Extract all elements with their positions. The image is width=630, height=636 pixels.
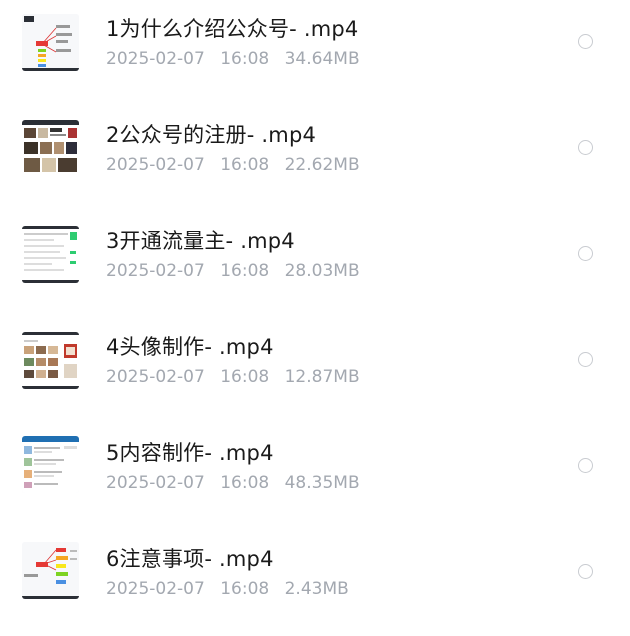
file-date: 2025-02-07 bbox=[106, 261, 205, 281]
file-row[interactable]: 3开通流量主- .mp4 2025-02-07 16:08 28.03MB bbox=[0, 212, 630, 318]
select-radio[interactable] bbox=[578, 34, 593, 49]
settings-page-thumbnail-image bbox=[22, 226, 79, 283]
file-meta: 2025-02-07 16:08 22.62MB bbox=[106, 155, 370, 175]
video-thumbnail[interactable] bbox=[22, 120, 79, 177]
photo-grid-thumbnail-image bbox=[22, 120, 79, 177]
file-name: 3开通流量主- .mp4 bbox=[106, 229, 295, 253]
file-time: 16:08 bbox=[220, 155, 270, 175]
file-size: 28.03MB bbox=[284, 261, 360, 281]
file-meta: 2025-02-07 16:08 48.35MB bbox=[106, 473, 370, 493]
file-name: 4头像制作- .mp4 bbox=[106, 335, 274, 359]
select-radio[interactable] bbox=[578, 246, 593, 261]
file-size: 34.64MB bbox=[284, 49, 360, 69]
file-date: 2025-02-07 bbox=[106, 579, 205, 599]
file-name: 1为什么介绍公众号- .mp4 bbox=[106, 17, 359, 41]
video-thumbnail[interactable] bbox=[22, 226, 79, 283]
file-meta: 2025-02-07 16:08 28.03MB bbox=[106, 261, 370, 281]
select-radio[interactable] bbox=[578, 458, 593, 473]
file-size: 2.43MB bbox=[284, 579, 349, 599]
file-time: 16:08 bbox=[220, 367, 270, 387]
select-radio[interactable] bbox=[578, 352, 593, 367]
editor-page-thumbnail-image bbox=[22, 436, 79, 493]
mindmap-thumbnail-image bbox=[22, 542, 79, 599]
file-list: 1为什么介绍公众号- .mp4 2025-02-07 16:08 34.64MB bbox=[0, 0, 630, 619]
file-date: 2025-02-07 bbox=[106, 473, 205, 493]
file-size: 12.87MB bbox=[284, 367, 360, 387]
video-thumbnail[interactable] bbox=[22, 542, 79, 599]
video-thumbnail[interactable] bbox=[22, 332, 79, 389]
file-date: 2025-02-07 bbox=[106, 367, 205, 387]
file-date: 2025-02-07 bbox=[106, 49, 205, 69]
mindmap-thumbnail-image bbox=[22, 14, 79, 71]
video-thumbnail[interactable] bbox=[22, 436, 79, 493]
select-radio[interactable] bbox=[578, 564, 593, 579]
file-time: 16:08 bbox=[220, 473, 270, 493]
file-row[interactable]: 4头像制作- .mp4 2025-02-07 16:08 12.87MB bbox=[0, 318, 630, 424]
file-time: 16:08 bbox=[220, 579, 270, 599]
file-name: 2公众号的注册- .mp4 bbox=[106, 123, 317, 147]
file-row[interactable]: 5内容制作- .mp4 2025-02-07 16:08 48.35MB bbox=[0, 424, 630, 530]
file-size: 48.35MB bbox=[284, 473, 360, 493]
select-radio[interactable] bbox=[578, 140, 593, 155]
file-name: 5内容制作- .mp4 bbox=[106, 441, 274, 465]
file-meta: 2025-02-07 16:08 2.43MB bbox=[106, 579, 359, 599]
file-meta: 2025-02-07 16:08 34.64MB bbox=[106, 49, 370, 69]
file-meta: 2025-02-07 16:08 12.87MB bbox=[106, 367, 370, 387]
file-time: 16:08 bbox=[220, 261, 270, 281]
video-thumbnail[interactable] bbox=[22, 14, 79, 71]
file-time: 16:08 bbox=[220, 49, 270, 69]
file-row[interactable]: 6注意事项- .mp4 2025-02-07 16:08 2.43MB bbox=[0, 530, 630, 636]
file-date: 2025-02-07 bbox=[106, 155, 205, 175]
avatar-gallery-thumbnail-image bbox=[22, 332, 79, 389]
file-size: 22.62MB bbox=[284, 155, 360, 175]
file-row[interactable]: 1为什么介绍公众号- .mp4 2025-02-07 16:08 34.64MB bbox=[0, 0, 630, 106]
file-row[interactable]: 2公众号的注册- .mp4 2025-02-07 16:08 22.62MB bbox=[0, 106, 630, 212]
file-name: 6注意事项- .mp4 bbox=[106, 547, 274, 571]
